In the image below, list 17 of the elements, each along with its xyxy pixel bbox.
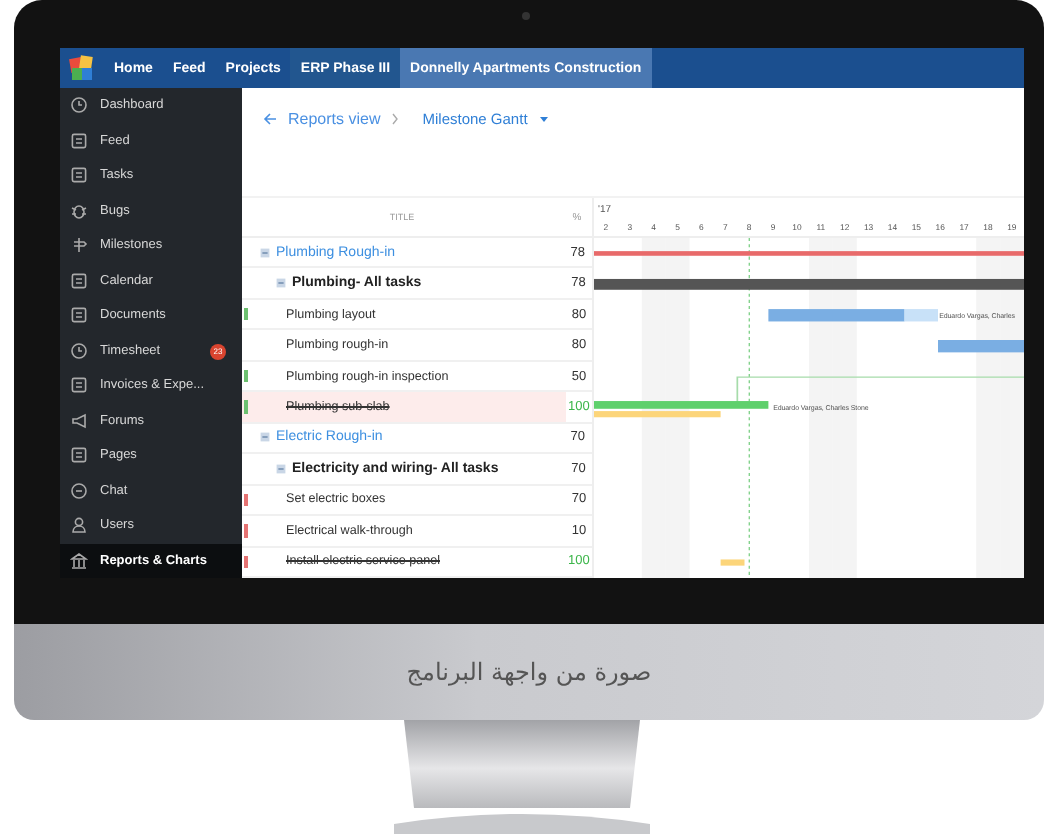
person-icon (70, 516, 88, 535)
collapse-icon[interactable] (276, 278, 286, 289)
collapse-icon[interactable] (260, 247, 270, 258)
clock-icon (70, 96, 88, 115)
bug-icon (70, 201, 88, 220)
gantt-bar[interactable] (594, 278, 1024, 290)
back-arrow-icon[interactable] (262, 110, 278, 128)
logo-icon (68, 54, 96, 82)
signpost-icon (70, 236, 88, 255)
caption-text: صورة من واجهة البرنامج (406, 658, 652, 686)
megaphone-icon (70, 411, 88, 430)
bank-icon (70, 551, 88, 570)
camera-dot (522, 12, 530, 20)
stopwatch-icon (70, 341, 88, 360)
chevron-right-icon (390, 110, 401, 128)
collapse-icon[interactable] (276, 463, 286, 474)
collapse-icon[interactable] (260, 432, 270, 443)
